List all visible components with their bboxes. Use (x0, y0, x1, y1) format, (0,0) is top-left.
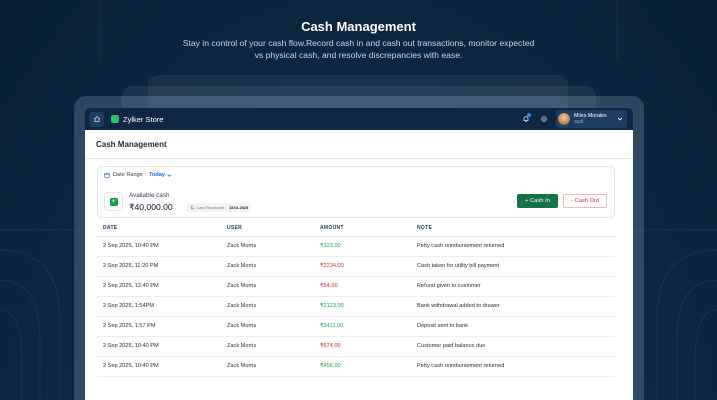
store-icon (111, 115, 119, 123)
cell-date: 2 Sep 2025, 12:40 PM (97, 276, 221, 297)
refresh-icon (190, 205, 195, 210)
calendar-icon (104, 172, 110, 178)
available-cash-label: Available cash (129, 192, 170, 199)
cell-amount: ₹456.00 (314, 356, 411, 377)
avatar (558, 113, 570, 125)
column-header-note[interactable]: NOTE (411, 221, 615, 237)
hero-subtitle: Stay in control of your cash flow.Record… (182, 38, 535, 60)
chevron-down-icon (167, 173, 172, 177)
cell-note: Petty cash reimbursement returned (411, 356, 615, 377)
column-header-date[interactable]: DATE (97, 221, 221, 237)
settings-button[interactable] (538, 113, 550, 125)
table-header-row: DATE USER AMOUNT NOTE (97, 221, 615, 237)
cell-date: 2 Sep 2025, 10:40 PM (97, 356, 221, 377)
cell-date: 2 Sep 2025, 10:40 PM (97, 336, 221, 357)
user-menu[interactable]: Miles Morales Staff (556, 110, 627, 128)
column-header-user[interactable]: USER (221, 221, 314, 237)
table-row[interactable]: 2 Sep 2025, 1:57 PM Zack Morris ₹3411.00… (97, 316, 615, 337)
transactions-table: DATE USER AMOUNT NOTE 2 Sep 2025, 10:40 … (97, 221, 615, 377)
cell-note: Customer paid balance due (411, 336, 615, 357)
cell-note: Refund given to customer (411, 276, 615, 297)
cell-user: Zack Morris (221, 256, 314, 277)
table-row[interactable]: 2 Sep 2025, 10:40 PM Zack Morris ₹323.00… (97, 236, 615, 257)
notification-dot (527, 113, 531, 117)
cell-amount: ₹54.00 (314, 276, 411, 297)
cell-date: 2 Sep 2025, 11:20 PM (97, 256, 221, 277)
cell-user: Zack Morris (221, 236, 314, 257)
home-icon (93, 116, 100, 123)
cell-amount: ₹323.00 (314, 236, 411, 257)
cell-amount: ₹3411.00 (314, 316, 411, 337)
date-range-filter[interactable]: Date Range : Today (104, 172, 172, 178)
store-name[interactable]: Zylker Store (123, 115, 163, 124)
gear-icon (541, 116, 547, 122)
cell-amount: ₹674.00 (314, 336, 411, 357)
notifications-button[interactable] (520, 113, 532, 125)
top-bar: Zylker Store Miles Morales Staff (85, 108, 633, 130)
cash-in-button[interactable]: + Cash In (517, 194, 558, 208)
cell-date: 2 Sep 2025, 1:57 PM (97, 316, 221, 337)
page-header: Cash Management (85, 130, 633, 159)
last-reconciled-badge: Last Reconciled : 15.01.2025 (187, 203, 252, 212)
cell-date: 2 Sep 2025, 1:54PM (97, 296, 221, 317)
cell-note: Bank withdrawal added to drawer (411, 296, 615, 317)
cell-date: 2 Sep 2025, 10:40 PM (97, 236, 221, 257)
cell-user: Zack Morris (221, 276, 314, 297)
available-cash-amount: ₹40,000.00 (129, 202, 173, 212)
table-row[interactable]: 2 Sep 2025, 11:20 PM Zack Morris ₹2234.0… (97, 256, 615, 277)
cell-note: Cash taken for utility bill payment (411, 256, 615, 277)
cell-note: Petty cash reimbursement returned (411, 236, 615, 257)
chevron-down-icon (617, 117, 623, 121)
user-role: Staff (574, 119, 584, 124)
table-row[interactable]: 2 Sep 2025, 1:54PM Zack Morris ₹2123.00 … (97, 296, 615, 317)
cell-user: Zack Morris (221, 336, 314, 357)
cell-amount: ₹2234.00 (314, 256, 411, 277)
cell-user: Zack Morris (221, 296, 314, 317)
cash-out-button[interactable]: - Cash Out (563, 194, 607, 208)
table-row[interactable]: 2 Sep 2025, 10:40 PM Zack Morris ₹456.00… (97, 356, 615, 377)
cell-amount: ₹2123.00 (314, 296, 411, 317)
last-reconciled-label: Last Reconciled : (197, 205, 227, 210)
hero-title: Cash Management (301, 19, 416, 34)
column-header-amount[interactable]: AMOUNT (314, 221, 411, 237)
cash-icon-box: + (104, 192, 123, 211)
home-button[interactable] (89, 111, 104, 127)
page-title: Cash Management (96, 139, 167, 149)
date-range-value[interactable]: Today (149, 172, 165, 178)
cash-summary-card: Date Range : Today + Available cash ₹40,… (97, 166, 615, 218)
cell-user: Zack Morris (221, 356, 314, 377)
cell-note: Deposit sent to bank (411, 316, 615, 337)
date-range-label: Date Range : (113, 172, 146, 178)
last-reconciled-date: 15.01.2025 (229, 205, 249, 210)
cell-user: Zack Morris (221, 316, 314, 337)
app-window: Zylker Store Miles Morales Staff Cash Ma… (85, 108, 633, 400)
table-row[interactable]: 2 Sep 2025, 12:40 PM Zack Morris ₹54.00 … (97, 276, 615, 297)
table-row[interactable]: 2 Sep 2025, 10:40 PM Zack Morris ₹674.00… (97, 336, 615, 357)
cash-icon: + (109, 197, 118, 206)
